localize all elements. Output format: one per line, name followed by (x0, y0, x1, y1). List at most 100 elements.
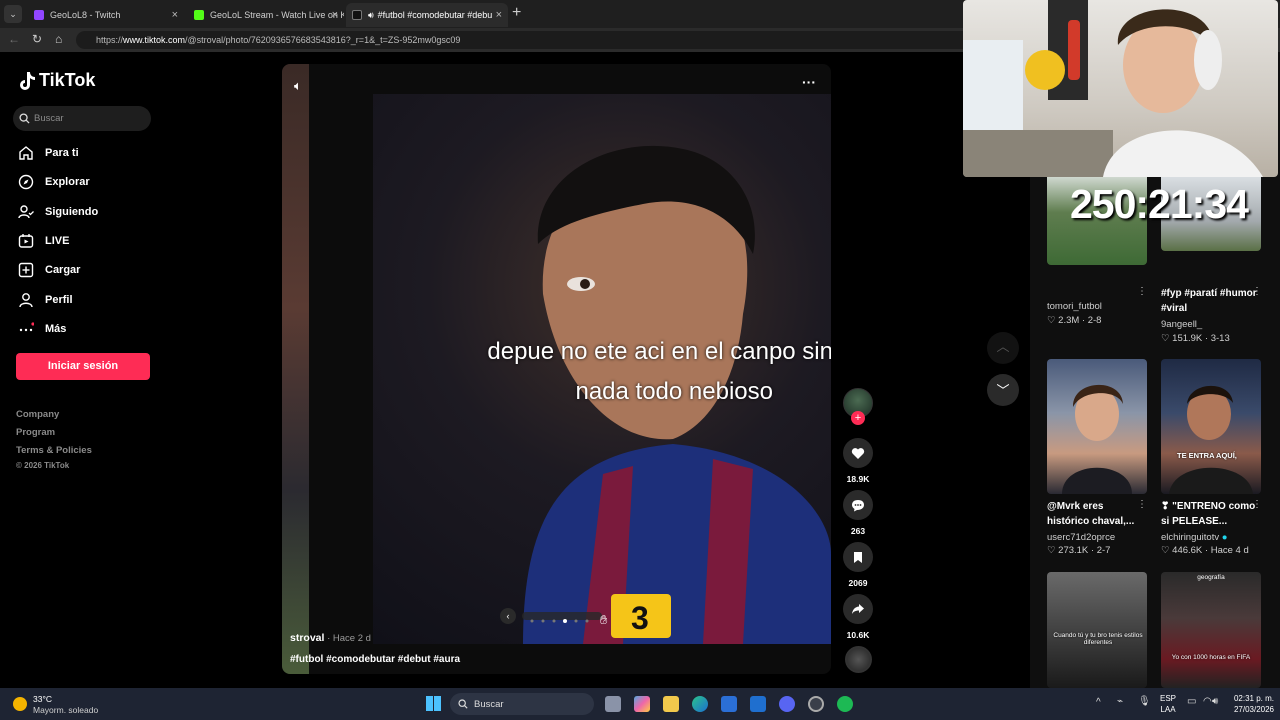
compass-icon (18, 174, 34, 190)
search-box[interactable]: Buscar (13, 106, 151, 131)
tab-list-button[interactable]: ⌄ (4, 5, 22, 23)
edge-icon[interactable] (692, 696, 708, 712)
live-icon (18, 234, 34, 248)
file-explorer-icon[interactable] (663, 696, 679, 712)
language-indicator[interactable]: ESP LAA (1160, 693, 1176, 715)
nav-live[interactable]: LIVE (18, 231, 69, 251)
card-user[interactable]: userc71d2oprce (1047, 532, 1115, 543)
footer-copyright: © 2026 TikTok (16, 461, 70, 470)
card-title[interactable]: #fyp #paratí #humor #viral (1161, 286, 1261, 316)
video-thumbnail[interactable]: geografía Yo con 1000 horas en FIFA (1161, 572, 1261, 688)
kick-icon (194, 10, 204, 20)
upload-icon (18, 262, 34, 278)
footer-program[interactable]: Program (16, 427, 55, 438)
mail-icon[interactable] (750, 696, 766, 712)
nav-label: LIVE (45, 235, 70, 247)
windows-start-icon[interactable] (426, 696, 441, 711)
footer-company[interactable]: Company (16, 409, 59, 420)
caption-line-2: nada todo nebioso (575, 378, 773, 405)
volume-icon[interactable]: 🔈︎ (294, 78, 302, 94)
share-button[interactable] (843, 594, 873, 624)
card-user[interactable]: 9angeell_ (1161, 319, 1202, 330)
carousel-dot[interactable] (563, 619, 567, 623)
carousel-dot[interactable] (585, 619, 589, 623)
like-button[interactable] (843, 438, 873, 468)
carousel-dot[interactable] (574, 619, 578, 623)
nav-mas[interactable]: Más (18, 319, 66, 339)
card-menu-icon[interactable]: ⋮ (1252, 499, 1262, 510)
network-icon[interactable]: ⌁ (1117, 696, 1123, 707)
close-tab-icon[interactable]: × (172, 9, 178, 21)
card-menu-icon[interactable]: ⋮ (1252, 286, 1262, 297)
close-tab-icon[interactable]: × (332, 9, 338, 21)
card-stats: ♡ 446.6K · Hace 4 d (1161, 545, 1249, 556)
discord-icon[interactable] (779, 696, 795, 712)
nav-para-ti[interactable]: Para ti (18, 143, 79, 163)
spotify-icon[interactable] (837, 696, 853, 712)
card-user[interactable]: tomori_futbol (1047, 301, 1102, 312)
video-thumbnail[interactable]: TE ENTRA AQUÍ, (1161, 359, 1261, 494)
app-icon[interactable] (808, 696, 824, 712)
footer-terms[interactable]: Terms & Policies (16, 445, 92, 456)
weather-temp[interactable]: 33°C (33, 694, 52, 704)
url-path: /@stroval/photo/7620936576683543816?_r=1… (185, 35, 461, 45)
follow-plus-icon[interactable]: + (851, 411, 865, 425)
close-tab-icon[interactable]: × (496, 9, 502, 21)
more-options-icon[interactable]: ··· (802, 74, 816, 90)
card-menu-icon[interactable]: ⋮ (1137, 499, 1147, 510)
post-author[interactable]: stroval (290, 632, 324, 644)
reload-icon[interactable]: ↻ (32, 32, 42, 46)
task-view-icon[interactable] (605, 696, 621, 712)
card-menu-icon[interactable]: ⋮ (1137, 286, 1147, 297)
more-icon (19, 322, 34, 332)
previous-post-button[interactable]: ︿ (987, 332, 1019, 364)
tiktok-sidebar: TikTok Buscar Para ti Explorar Siguiendo… (0, 52, 170, 688)
carousel-dot[interactable] (541, 619, 545, 623)
taskbar-search[interactable]: Buscar (450, 693, 594, 715)
save-button[interactable] (843, 542, 873, 572)
tiktok-logo[interactable]: TikTok (18, 70, 95, 91)
card-title[interactable]: ❣ "ENTRENO como si PELEASE... (1161, 499, 1261, 529)
login-button[interactable]: Iniciar sesión (16, 353, 150, 380)
tab-kick[interactable]: GeoLoL Stream - Watch Live on Ki × (188, 3, 344, 27)
microphone-icon[interactable]: 🎙︎ (1138, 696, 1151, 707)
display-icon[interactable]: ▭ (1187, 696, 1196, 707)
video-thumbnail[interactable]: Cuando tú y tu bro tenis estilos diferen… (1047, 572, 1147, 688)
clock[interactable]: 02:31 p. m. 27/03/2026 (1222, 693, 1274, 715)
nav-perfil[interactable]: Perfil (18, 290, 73, 310)
nav-siguiendo[interactable]: Siguiendo (18, 202, 98, 222)
card-user[interactable]: elchiringuitotv ● (1161, 532, 1227, 543)
carousel-dot[interactable] (552, 619, 556, 623)
video-thumbnail[interactable] (1047, 359, 1147, 494)
speaker-icon: 🔊︎ (368, 9, 374, 20)
card-title[interactable]: @Mvrk eres histórico chaval,... (1047, 499, 1147, 529)
comment-button[interactable] (843, 490, 873, 520)
stream-timer: 250:21:34 (1070, 181, 1249, 227)
home-browser-icon[interactable]: ⌂ (55, 32, 62, 46)
carousel-dot[interactable] (530, 619, 534, 623)
caption-line-1: depue no ete aci en el canpo sin (487, 338, 831, 365)
next-post-button[interactable]: ﹀ (987, 374, 1019, 406)
card-stats-text: 446.6K · Hace 4 d (1172, 545, 1249, 556)
post-hashtags[interactable]: #futbol #comodebutar #debut #aura (290, 654, 460, 665)
share-icon (852, 604, 864, 614)
new-tab-button[interactable]: + (512, 4, 521, 22)
music-disc[interactable] (845, 646, 872, 673)
wifi-icon[interactable]: ◠ (1203, 696, 1212, 707)
tab-tiktok[interactable]: 🔊︎ #futbol #comodebutar #debu × (346, 3, 508, 27)
tab-twitch[interactable]: GeoLoL8 - Twitch × (28, 3, 184, 27)
lang-code: ESP (1160, 694, 1177, 703)
copilot-icon[interactable] (634, 696, 650, 712)
tray-chevron-icon[interactable]: ^ (1096, 697, 1101, 708)
save-count: 2069 (848, 578, 868, 588)
nav-label: Perfil (45, 294, 73, 306)
store-icon[interactable] (721, 696, 737, 712)
speaker-tray-icon[interactable]: 🔊︎ (1212, 696, 1218, 707)
back-icon[interactable]: ← (8, 32, 20, 46)
weather-desc[interactable]: Mayorm. soleado (33, 705, 98, 715)
carousel-prev-button[interactable]: ‹ (500, 608, 516, 624)
nav-label: Siguiendo (45, 206, 99, 218)
search-input[interactable]: Buscar (34, 113, 64, 124)
nav-explorar[interactable]: Explorar (18, 172, 90, 192)
nav-cargar[interactable]: Cargar (18, 260, 80, 280)
